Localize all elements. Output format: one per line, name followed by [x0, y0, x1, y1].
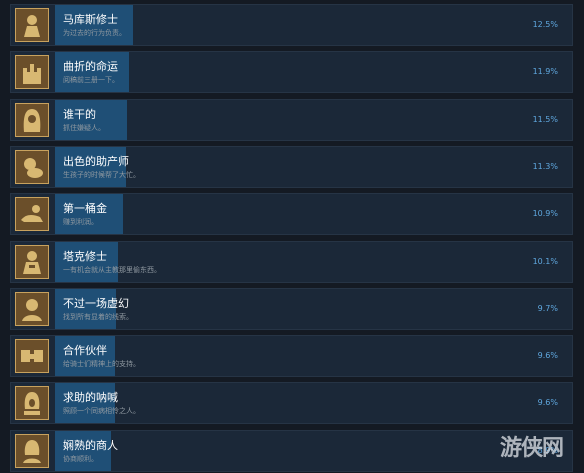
hooded-figure-icon	[15, 103, 49, 137]
achievement-description: 一有机会就从主教那里偷东西。	[63, 266, 161, 274]
achievement-name: 第一桶金	[63, 202, 107, 215]
shouting-woman-icon	[15, 386, 49, 420]
achievement-row[interactable]: 不过一场虚幻找到所有显着的线索。 9.7%	[10, 288, 573, 330]
achievement-name: 合作伙伴	[63, 344, 107, 357]
friar-icon	[15, 245, 49, 279]
achievement-row[interactable]: 出色的助产师生孩子的时候帮了大忙。 11.3%	[10, 146, 573, 188]
achievement-description: 协商顺利。	[63, 455, 98, 463]
baby-icon	[15, 150, 49, 184]
achievement-name: 塔克修士	[63, 250, 107, 263]
castle-icon	[15, 55, 49, 89]
achievement-row[interactable]: 塔克修士一有机会就从主教那里偷东西。 10.1%	[10, 241, 573, 283]
achievement-name: 马库斯修士	[63, 13, 118, 26]
achievement-name: 不过一场虚幻	[63, 297, 129, 310]
achievement-description: 找到所有显着的线索。	[63, 313, 133, 321]
achievement-name: 曲折的命运	[63, 60, 118, 73]
achievement-row[interactable]: 求助的呐喊照顾一个同病相怜之人。 9.6%	[10, 382, 573, 424]
unlock-percentage: 9.7%	[537, 304, 558, 313]
unlock-percentage: 11.3%	[532, 162, 558, 171]
achievement-name: 求助的呐喊	[63, 391, 118, 404]
achievement-description: 为过去的行为负责。	[63, 29, 126, 37]
unlock-percentage: 9.6%	[537, 351, 558, 360]
unlock-percentage: 11.9%	[532, 67, 558, 76]
coin-hand-icon	[15, 197, 49, 231]
unlock-percentage: 12.5%	[532, 20, 558, 29]
achievement-row[interactable]: 曲折的命运阅稿前三册一下。 11.9%	[10, 51, 573, 93]
portrait-icon	[15, 292, 49, 326]
achievement-name: 出色的助产师	[63, 155, 129, 168]
achievement-description: 生孩子的时候帮了大忙。	[63, 171, 140, 179]
achievement-row[interactable]: 马库斯修士为过去的行为负责。 12.5%	[10, 4, 573, 46]
achievement-list: 马库斯修士为过去的行为负责。 12.5% 曲折的命运阅稿前三册一下。 11.9% 谁干的…	[0, 0, 584, 473]
merchant-icon	[15, 434, 49, 468]
handshake-icon	[15, 339, 49, 373]
unlock-percentage: 10.1%	[532, 257, 558, 266]
achievement-row[interactable]: 第一桶金赚到利润。 10.9%	[10, 193, 573, 235]
achievement-description: 给骑士们精神上的支持。	[63, 360, 140, 368]
achievement-description: 抓住嫌疑人。	[63, 124, 105, 132]
achievement-description: 阅稿前三册一下。	[63, 76, 119, 84]
achievement-description: 赚到利润。	[63, 218, 98, 226]
achievement-row[interactable]: 娴熟的商人 协商顺利。 8.9%	[10, 430, 573, 472]
achievement-row[interactable]: 谁干的抓住嫌疑人。 11.5%	[10, 99, 573, 141]
unlock-percentage: 9.6%	[537, 398, 558, 407]
achievement-description: 照顾一个同病相怜之人。	[63, 407, 140, 415]
achievement-row[interactable]: 合作伙伴给骑士们精神上的支持。 9.6%	[10, 335, 573, 377]
unlock-percentage: 11.5%	[532, 115, 558, 124]
watermark: 游侠网	[500, 436, 564, 461]
monk-icon	[15, 8, 49, 42]
achievement-name: 娴熟的商人	[63, 439, 118, 452]
achievement-name: 谁干的	[63, 108, 96, 121]
unlock-percentage: 10.9%	[532, 209, 558, 218]
